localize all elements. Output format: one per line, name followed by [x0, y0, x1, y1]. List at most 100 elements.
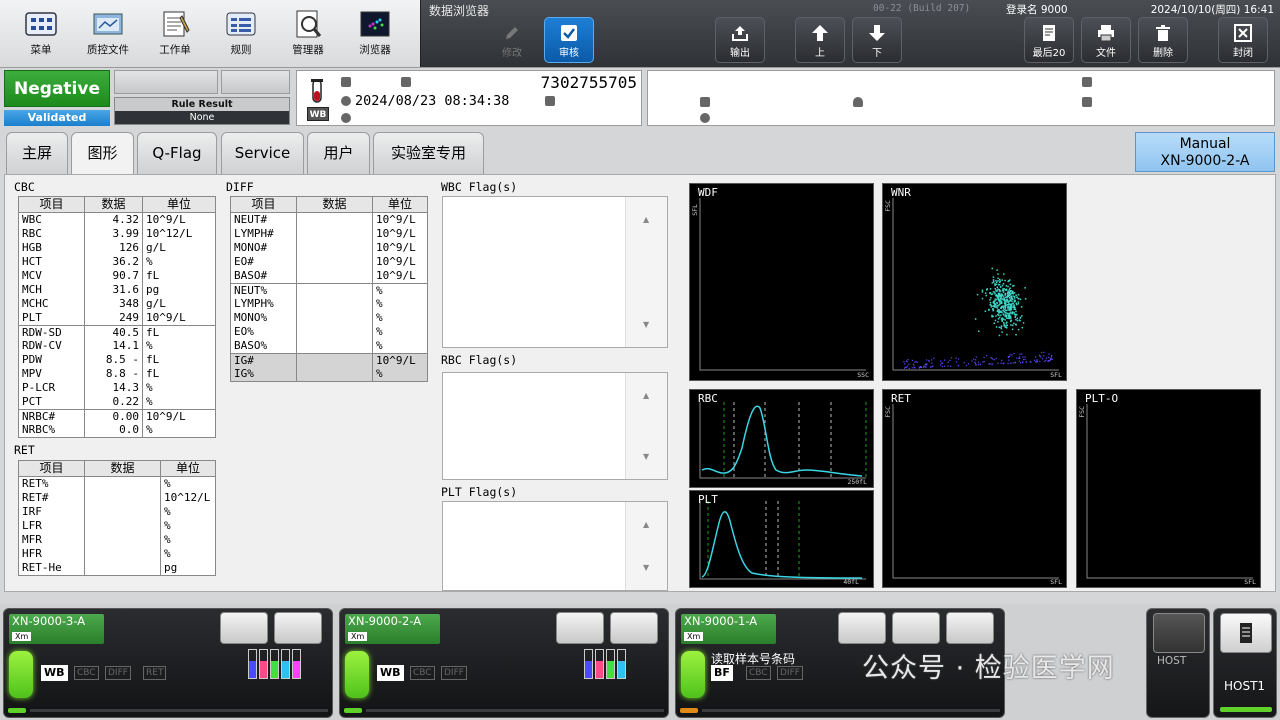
table-row[interactable]: PCT 0.22%: [19, 395, 215, 409]
menu-button[interactable]: 菜单: [10, 6, 72, 64]
scroll-up-icon[interactable]: ▲: [643, 520, 649, 529]
edit-label: 修改: [502, 48, 522, 59]
instrument-tag: Xm: [348, 632, 368, 641]
instrument-panel[interactable]: XN-9000-2-A Xm WB CBC DIFF: [339, 608, 669, 718]
unit-cell: 10^9/L: [146, 213, 186, 226]
scrollbar[interactable]: ▲ ▼: [625, 502, 667, 590]
tube-button[interactable]: [838, 612, 886, 644]
scrollbar[interactable]: ▲ ▼: [625, 197, 667, 347]
table-row[interactable]: HGB 126 g/L: [19, 241, 215, 255]
sampler-button[interactable]: [274, 612, 322, 644]
table-row[interactable]: LYMPH# 10^9/L: [231, 227, 427, 241]
table-row[interactable]: MFR%: [19, 533, 215, 547]
item-cell: IG#: [231, 354, 297, 367]
table-row[interactable]: MCV 90.7 fL: [19, 269, 215, 283]
table-row[interactable]: NEUT# 10^9/L: [231, 213, 427, 227]
scroll-down-icon[interactable]: ▼: [643, 320, 649, 329]
value-cell: 0.0: [85, 423, 143, 437]
worksheet-button[interactable]: 工作单: [144, 6, 206, 64]
table-row[interactable]: EO# 10^9/L: [231, 255, 427, 269]
table-row[interactable]: MONO# 10^9/L: [231, 241, 427, 255]
scrollbar[interactable]: ▲ ▼: [625, 373, 667, 479]
qc-file-button[interactable]: 质控文件: [77, 6, 139, 64]
rbc-flags-list[interactable]: ▲ ▼: [442, 372, 668, 480]
table-row[interactable]: MONO%%: [231, 311, 427, 325]
table-row[interactable]: RDW-CV 14.1%: [19, 339, 215, 353]
sampler-button[interactable]: [610, 612, 658, 644]
rules-button[interactable]: 规则: [210, 6, 272, 64]
table-row[interactable]: IG%%: [231, 367, 427, 381]
table-row[interactable]: HCT 36.2%: [19, 255, 215, 269]
close-button[interactable]: 封闭: [1218, 17, 1268, 63]
table-row[interactable]: MCH 31.6 pg: [19, 283, 215, 297]
value-cell: 36.2: [85, 255, 143, 269]
tab-graphics[interactable]: 图形: [71, 132, 134, 177]
scroll-up-icon[interactable]: ▲: [643, 391, 649, 400]
table-row[interactable]: EO%%: [231, 325, 427, 339]
reagent-bar: [281, 649, 290, 679]
table-row[interactable]: BASO%%: [231, 339, 427, 353]
table-row[interactable]: PLT 249 10^9/L: [19, 311, 215, 325]
reagent-bar: [270, 649, 279, 679]
plt-flags-list[interactable]: ▲ ▼: [442, 501, 668, 591]
down-button[interactable]: 下: [852, 17, 902, 63]
rack-button[interactable]: [220, 612, 268, 644]
manual-mode-button[interactable]: Manual XN-9000-2-A: [1135, 132, 1275, 172]
table-row[interactable]: BASO# 10^9/L: [231, 269, 427, 283]
scroll-up-icon[interactable]: ▲: [643, 215, 649, 224]
table-row[interactable]: RET%%: [19, 477, 215, 491]
table-row[interactable]: IRF%: [19, 505, 215, 519]
scroll-down-icon[interactable]: ▼: [643, 563, 649, 572]
item-cell: EO#: [231, 255, 297, 269]
column-header: 单位: [175, 461, 200, 475]
column-header: 单位: [166, 197, 191, 211]
table-row[interactable]: MPV 8.8 - fL: [19, 367, 215, 381]
instrument-panel[interactable]: XN-9000-3-A Xm WB CBC DIFF RET: [3, 608, 333, 718]
edit-button[interactable]: 修改: [487, 17, 537, 63]
table-row[interactable]: RET-He pg: [19, 561, 215, 575]
last20-button[interactable]: 最后20: [1024, 17, 1074, 63]
table-row[interactable]: PDW 8.5 - fL: [19, 353, 215, 367]
table-row[interactable]: NRBC% 0.0%: [19, 423, 215, 437]
table-row[interactable]: NRBC# 0.00 10^9/L: [19, 409, 215, 423]
verify-label: 审核: [559, 48, 579, 59]
table-row[interactable]: IG# 10^9/L: [231, 353, 427, 367]
host-panel-2[interactable]: HOST1: [1213, 608, 1277, 718]
table-row[interactable]: RET# 10^12/L: [19, 491, 215, 505]
table-row[interactable]: RDW-SD 40.5 fL: [19, 325, 215, 339]
browser-button[interactable]: 浏览器: [344, 6, 406, 64]
table-row[interactable]: LFR%: [19, 519, 215, 533]
host-button[interactable]: [1220, 613, 1272, 653]
tab-lab-only[interactable]: 实验室专用: [373, 132, 484, 175]
manager-button[interactable]: 管理器: [277, 6, 339, 64]
table-row[interactable]: NEUT%%: [231, 283, 427, 297]
delete-button[interactable]: 删除: [1138, 17, 1188, 63]
item-cell: PCT: [19, 395, 85, 409]
unit-cell: 10^9/L: [376, 269, 416, 282]
up-label: 上: [815, 48, 825, 59]
host-button[interactable]: [1153, 613, 1205, 653]
table-row[interactable]: P-LCR 14.3%: [19, 381, 215, 395]
sampler-button[interactable]: [946, 612, 994, 644]
output-button[interactable]: 输出: [715, 17, 765, 63]
up-button[interactable]: 上: [795, 17, 845, 63]
table-row[interactable]: RBC 3.99 10^12/L: [19, 227, 215, 241]
verify-button[interactable]: 审核: [544, 17, 594, 63]
scroll-down-icon[interactable]: ▼: [643, 452, 649, 461]
table-row[interactable]: MCHC 348 g/L: [19, 297, 215, 311]
table-row[interactable]: HFR%: [19, 547, 215, 561]
table-row[interactable]: WBC 4.32 10^9/L: [19, 213, 215, 227]
table-row[interactable]: LYMPH%%: [231, 297, 427, 311]
wbc-flags-list[interactable]: ▲ ▼: [442, 196, 668, 348]
tab-service[interactable]: Service: [221, 132, 304, 175]
wnr-title: WNR: [891, 186, 911, 199]
rack-button[interactable]: [556, 612, 604, 644]
host-panel-1[interactable]: HOST: [1146, 608, 1210, 718]
unit-cell: %: [164, 547, 171, 560]
tab-qflag[interactable]: Q-Flag: [137, 132, 217, 175]
rack-button[interactable]: [892, 612, 940, 644]
file-button[interactable]: 文件: [1081, 17, 1131, 63]
tab-user[interactable]: 用户: [307, 132, 370, 175]
instrument-status-led: [681, 651, 705, 698]
tab-main[interactable]: 主屏: [6, 132, 68, 175]
